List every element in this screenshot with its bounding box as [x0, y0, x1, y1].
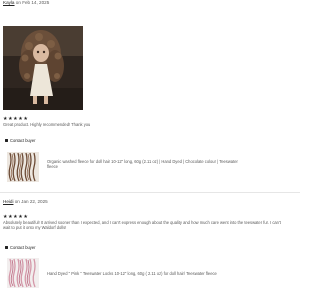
- review-date: Jan 22, 2025: [21, 199, 48, 204]
- reviewer-name-link[interactable]: Heidi: [3, 199, 13, 204]
- item-title-link[interactable]: Organic washed fleece for doll hair 10-1…: [47, 159, 277, 169]
- review-text: Absolutely beautiful! It arrived sooner …: [3, 220, 281, 230]
- date-prefix: on: [15, 0, 21, 5]
- item-thumbnail[interactable]: [7, 152, 39, 182]
- contact-buyer-button[interactable]: Contact buyer: [5, 245, 36, 251]
- review-date: Feb 14, 2025: [22, 0, 50, 5]
- item-thumbnail[interactable]: [7, 258, 39, 288]
- item-title-line-2: fleece: [47, 164, 58, 169]
- review-card: Heidi on Jan 22, 2025 ★★★★★ Absolutely b…: [3, 199, 297, 288]
- review-card: Kayla on Feb 14, 2025 ★★★★★ Great produc…: [3, 0, 297, 182]
- date-prefix: on: [14, 199, 20, 204]
- doll-photo-illustration: [3, 26, 83, 110]
- chat-bubble-icon: [5, 139, 8, 143]
- review-header: Heidi on Jan 22, 2025: [3, 199, 297, 205]
- review-text-line-2: wait to put it onto my Waldorf dolls!: [3, 225, 67, 230]
- pink-fleece-image: [7, 258, 39, 288]
- review-header: Kayla on Feb 14, 2025: [3, 0, 297, 6]
- brown-fleece-image: [7, 152, 39, 182]
- contact-buyer-label: Contact buyer: [10, 138, 36, 143]
- review-divider: [0, 192, 300, 193]
- reviewer-name-link[interactable]: Kayla: [3, 0, 15, 5]
- review-text: Great product. Highly recommended! Thank…: [3, 122, 91, 127]
- contact-buyer-button[interactable]: Contact buyer: [5, 138, 36, 144]
- item-title-link[interactable]: Hand Dyed " Pink " Teeswater Locks 10-12…: [47, 271, 277, 276]
- review-photo[interactable]: [3, 26, 83, 110]
- contact-buyer-label: Contact buyer: [10, 245, 36, 250]
- chat-bubble-icon: [5, 246, 8, 250]
